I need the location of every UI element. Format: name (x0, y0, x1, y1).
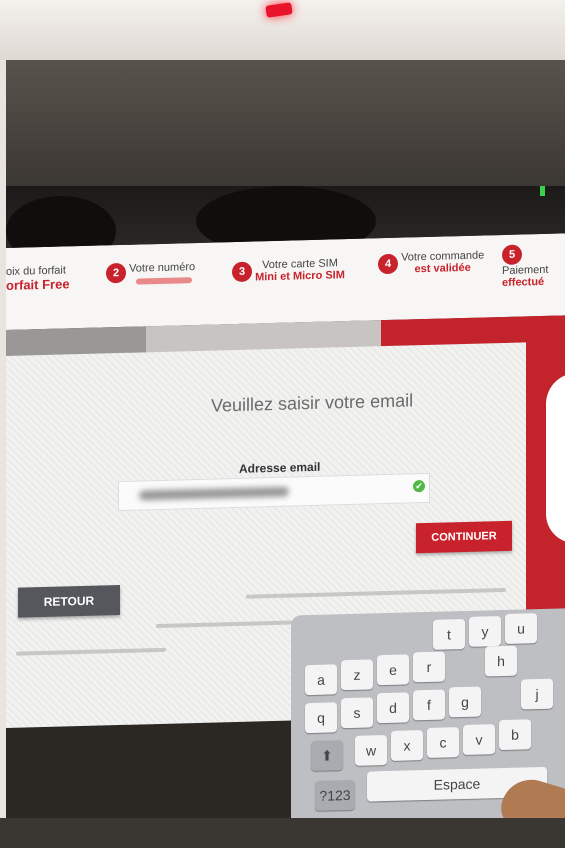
email-field[interactable]: ✔ (118, 472, 430, 512)
key-r[interactable]: r (413, 651, 445, 683)
check-icon: ✔ (413, 480, 425, 493)
kiosk-bezel (0, 60, 565, 190)
kiosk-screen: oix du forfait orfait Free 2 Votre numér… (6, 233, 565, 848)
key-t[interactable]: t (433, 618, 465, 650)
step-3-sub: Mini et Micro SIM (255, 269, 345, 284)
key-v[interactable]: v (463, 724, 495, 756)
form-title: Veuillez saisir votre email (211, 390, 414, 416)
step-4-sub: est validée (414, 261, 471, 276)
step-5-number: 5 (502, 244, 522, 266)
step-3-number: 3 (232, 261, 252, 283)
key-g[interactable]: g (449, 686, 481, 718)
step-4-label: Votre commande (401, 249, 485, 264)
step-4-number: 4 (378, 253, 398, 275)
step-1-sub: orfait Free (6, 276, 70, 293)
key-w[interactable]: w (355, 735, 387, 766)
step-5: 5 Paiement effectué (502, 243, 565, 289)
key-u[interactable]: u (505, 613, 537, 644)
key-z[interactable]: z (341, 659, 373, 691)
step-4: 4 Votre commande est validée (378, 249, 484, 276)
numbers-key[interactable]: ?123 (315, 779, 355, 811)
key-c[interactable]: c (427, 727, 459, 758)
redacted-number (136, 277, 192, 285)
key-q[interactable]: q (305, 702, 337, 734)
progress-steps: oix du forfait orfait Free 2 Votre numér… (6, 233, 565, 330)
step-5-sub: effectué (502, 275, 545, 290)
legal-text (16, 647, 166, 656)
continue-button[interactable]: CONTINUER (416, 520, 512, 554)
blurred-email-value (139, 486, 289, 501)
key-j[interactable]: j (521, 678, 553, 710)
key-a[interactable]: a (305, 664, 337, 696)
step-2: 2 Votre numéro (106, 261, 195, 285)
status-led (540, 186, 545, 196)
step-2-label: Votre numéro (129, 261, 196, 275)
key-b[interactable]: b (499, 719, 531, 751)
key-e[interactable]: e (377, 654, 409, 686)
step-2-number: 2 (106, 262, 126, 284)
email-label: Adresse email (239, 459, 321, 476)
key-d[interactable]: d (377, 692, 409, 724)
shift-key[interactable]: ⬆ (311, 740, 343, 772)
key-x[interactable]: x (391, 730, 423, 761)
key-s[interactable]: s (341, 697, 373, 729)
back-button[interactable]: RETOUR (18, 585, 120, 618)
kiosk-bezel-bottom (0, 818, 565, 848)
key-y[interactable]: y (469, 616, 501, 647)
step-3: 3 Votre carte SIM Mini et Micro SIM (232, 257, 345, 284)
step-1: oix du forfait orfait Free (6, 264, 70, 293)
envelope-icon (546, 372, 565, 544)
key-f[interactable]: f (413, 689, 445, 721)
key-h[interactable]: h (485, 645, 517, 677)
legal-text (246, 587, 506, 599)
